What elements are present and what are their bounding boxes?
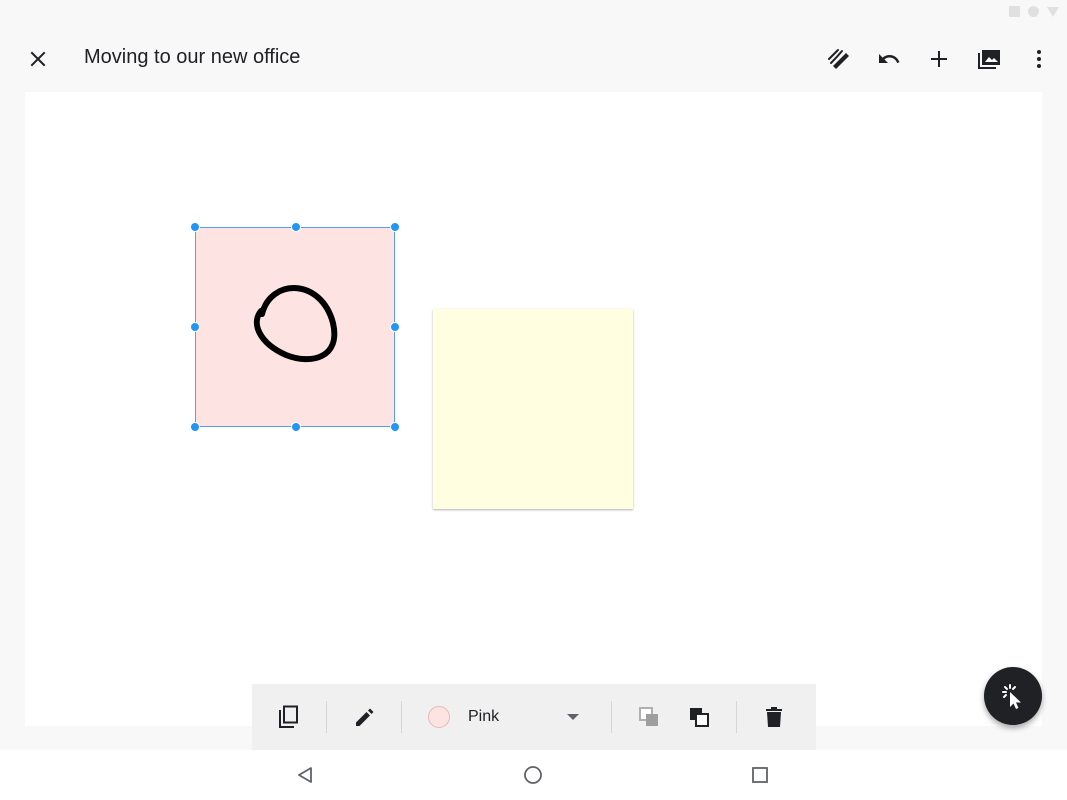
delete-button[interactable] [749,692,799,742]
delete-icon [766,707,782,727]
selection-toolbar: Pink [252,684,816,750]
resize-handle-bottom[interactable] [291,422,301,432]
resize-handle-left[interactable] [190,322,200,332]
resize-handle-top[interactable] [291,222,301,232]
color-swatch [428,706,450,728]
recents-icon [752,767,768,783]
gallery-button[interactable] [969,39,1009,79]
app-bar: Moving to our new office [0,30,1067,88]
toolbar-divider [326,701,327,733]
status-circle-icon [1028,6,1039,17]
pen-mode-button[interactable] [819,39,859,79]
nav-home-button[interactable] [520,762,546,788]
resize-handle-top-left[interactable] [190,222,200,232]
sticky-note-pink-selected[interactable] [190,222,400,432]
resize-handle-bottom-left[interactable] [190,422,200,432]
add-icon [931,51,947,67]
toolbar-divider [401,701,402,733]
more-options-button[interactable] [1019,39,1059,79]
send-backward-button[interactable] [624,692,674,742]
sticky-note-yellow[interactable] [433,309,633,509]
select-pointer-icon [1002,684,1021,709]
back-icon [298,767,312,783]
toolbar-divider [736,701,737,733]
edit-button[interactable] [339,692,389,742]
nav-back-button[interactable] [292,762,318,788]
pen-stylus-icon [828,49,849,69]
home-icon [524,766,542,784]
duplicate-button[interactable] [264,692,314,742]
resize-handle-right[interactable] [390,322,400,332]
nav-recents-button[interactable] [747,762,773,788]
image-gallery-icon [978,50,1000,69]
undo-button[interactable] [869,39,909,79]
bring-forward-icon [690,708,709,727]
resize-handle-bottom-right[interactable] [390,422,400,432]
status-bar-indicators [1009,6,1059,17]
send-backward-icon [639,707,658,726]
whiteboard-canvas[interactable] [25,92,1042,726]
bring-forward-button[interactable] [674,692,724,742]
system-navigation-bar [0,750,1067,800]
status-square-icon [1009,6,1020,17]
toolbar-divider [611,701,612,733]
add-button[interactable] [919,39,959,79]
appbar-actions [819,39,1059,79]
pencil-icon [356,708,374,726]
dropdown-arrow-icon [567,714,579,720]
status-triangle-icon [1047,6,1059,17]
duplicate-icon [279,705,298,728]
board-title[interactable]: Moving to our new office [84,46,300,69]
color-label: Pink [468,708,500,725]
resize-handle-top-right[interactable] [390,222,400,232]
ink-circle-drawing [254,285,338,363]
close-icon [30,51,46,67]
undo-icon [879,54,900,63]
select-mode-fab[interactable] [984,667,1042,725]
more-vert-icon [1037,50,1041,68]
close-button[interactable] [18,39,58,79]
color-dropdown[interactable]: Pink [414,692,599,742]
